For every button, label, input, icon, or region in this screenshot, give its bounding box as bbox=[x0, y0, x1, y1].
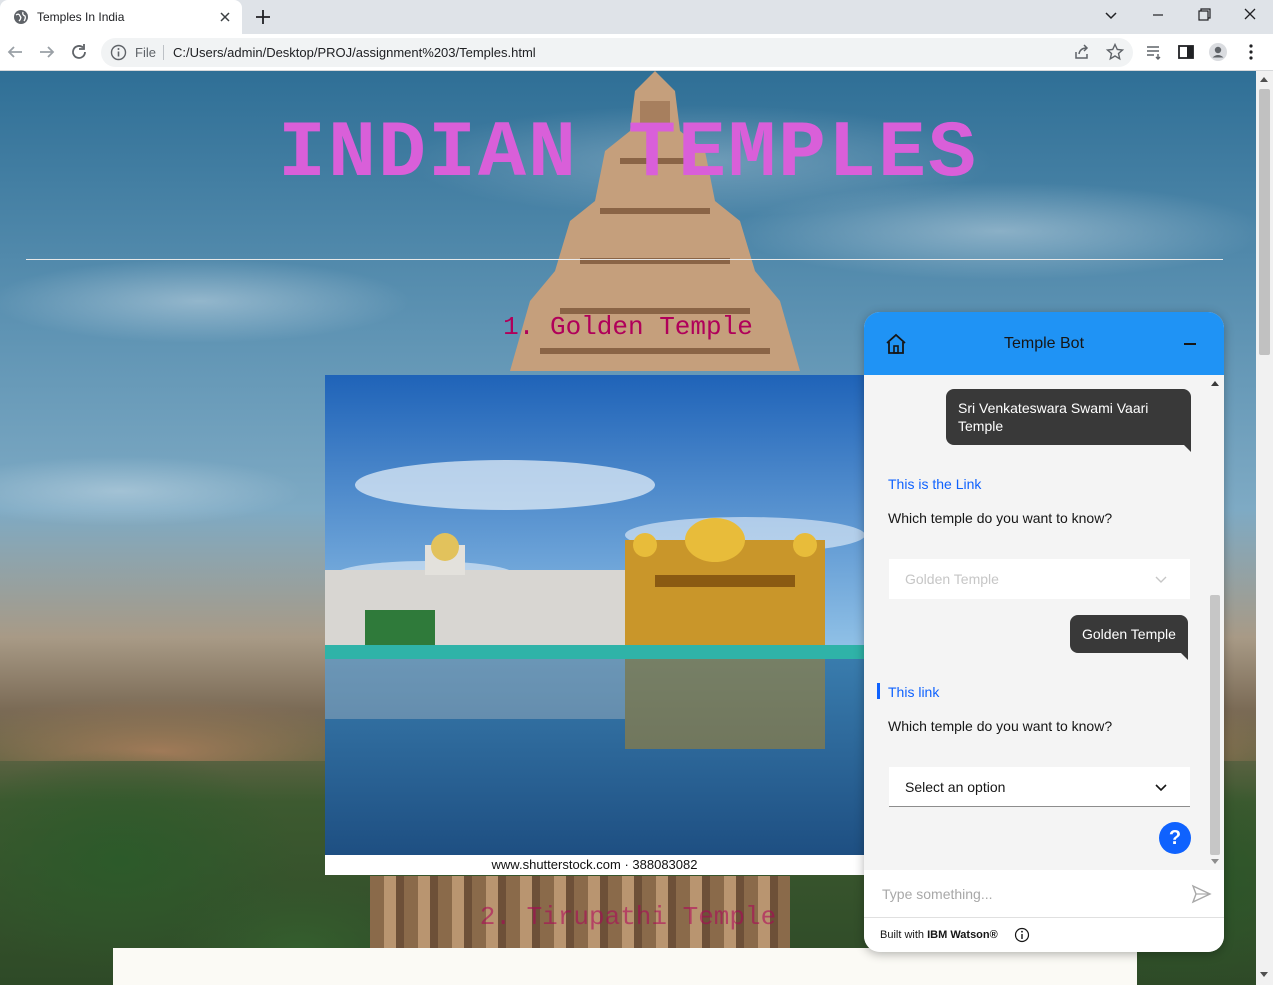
new-tab-icon[interactable] bbox=[253, 7, 273, 27]
link-focus-indicator bbox=[877, 683, 880, 699]
info-icon[interactable] bbox=[1014, 927, 1030, 943]
site-info-icon[interactable] bbox=[110, 44, 127, 61]
built-with-label: Built with IBM Watson® bbox=[880, 929, 998, 941]
image-caption: www.shutterstock.com · 388083082 bbox=[325, 855, 864, 875]
chat-header: Temple Bot bbox=[864, 312, 1224, 375]
scroll-down-arrow-icon[interactable] bbox=[1260, 972, 1268, 977]
close-tab-icon[interactable] bbox=[216, 8, 234, 26]
chat-messages[interactable]: Sri Venkateswara Swami Vaari Temple This… bbox=[864, 375, 1224, 870]
minimize-window-icon[interactable] bbox=[1146, 5, 1170, 25]
tab-bar: Temples In India bbox=[0, 0, 1273, 34]
tab-search-icon[interactable] bbox=[1099, 5, 1123, 25]
address-bar[interactable]: File C:/Users/admin/Desktop/PROJ/assignm… bbox=[101, 38, 1133, 67]
user-message-1: Sri Venkateswara Swami Vaari Temple bbox=[946, 389, 1191, 452]
golden-temple-photo bbox=[325, 375, 864, 855]
help-button[interactable]: ? bbox=[1159, 822, 1191, 854]
send-icon[interactable] bbox=[1190, 883, 1212, 905]
back-icon[interactable] bbox=[4, 41, 26, 63]
address-protocol: File bbox=[135, 45, 156, 60]
page-scrollbar-thumb[interactable] bbox=[1259, 89, 1270, 355]
temple-select-1: Golden Temple bbox=[889, 559, 1190, 599]
reload-icon[interactable] bbox=[68, 41, 90, 63]
media-queue-icon[interactable] bbox=[1144, 42, 1164, 62]
minimize-chat-icon[interactable] bbox=[1180, 334, 1200, 354]
address-url[interactable]: C:/Users/admin/Desktop/PROJ/assignment%2… bbox=[173, 45, 536, 60]
chat-scrollbar-thumb[interactable] bbox=[1210, 595, 1220, 855]
response-link-1[interactable]: This is the Link bbox=[888, 476, 981, 492]
browser-toolbar: File C:/Users/admin/Desktop/PROJ/assignm… bbox=[0, 34, 1273, 71]
title-divider bbox=[26, 259, 1223, 260]
golden-temple-image: www.shutterstock.com · 388083082 bbox=[325, 375, 864, 875]
response-link-2[interactable]: This link bbox=[888, 684, 939, 700]
scroll-up-arrow-icon[interactable] bbox=[1260, 77, 1268, 82]
side-panel-icon[interactable] bbox=[1176, 42, 1196, 62]
chat-scrollbar[interactable] bbox=[1209, 375, 1221, 870]
page-scrollbar[interactable] bbox=[1256, 71, 1273, 985]
chat-scroll-down-icon[interactable] bbox=[1211, 859, 1219, 864]
chat-title: Temple Bot bbox=[1003, 335, 1085, 352]
globe-icon bbox=[14, 10, 28, 24]
bot-question-1: Which temple do you want to know? bbox=[888, 510, 1113, 526]
profile-avatar-icon[interactable] bbox=[1208, 42, 1228, 62]
page-title: INDIAN TEMPLES bbox=[277, 109, 979, 200]
chat-scroll-up-icon[interactable] bbox=[1211, 381, 1219, 386]
tab-title: Temples In India bbox=[37, 10, 125, 24]
temple-select-2[interactable]: Select an option bbox=[889, 767, 1190, 807]
chevron-down-icon[interactable] bbox=[1153, 779, 1169, 795]
temple-select-2-placeholder: Select an option bbox=[905, 779, 1006, 795]
built-with-brand: IBM Watson® bbox=[927, 929, 998, 941]
bookmark-star-icon[interactable] bbox=[1105, 42, 1125, 62]
share-icon[interactable] bbox=[1072, 42, 1092, 62]
chat-widget: Temple Bot Sri Venkateswara Swami Vaari … bbox=[864, 312, 1224, 952]
chat-footer: Built with IBM Watson® bbox=[864, 918, 1224, 952]
chevron-down-icon bbox=[1155, 576, 1167, 583]
bot-question-2: Which temple do you want to know? bbox=[888, 718, 1113, 734]
built-with-prefix: Built with bbox=[880, 929, 925, 941]
temple-select-1-value: Golden Temple bbox=[905, 571, 999, 587]
user-message-2: Golden Temple bbox=[1070, 615, 1188, 660]
address-separator bbox=[163, 45, 164, 60]
browser-menu-icon[interactable] bbox=[1241, 42, 1261, 62]
browser-tab[interactable]: Temples In India bbox=[0, 0, 242, 34]
chat-input[interactable]: Type something... bbox=[864, 870, 1224, 918]
restore-window-icon[interactable] bbox=[1192, 5, 1216, 25]
close-window-icon[interactable] bbox=[1238, 5, 1262, 25]
chat-input-placeholder: Type something... bbox=[882, 886, 993, 902]
forward-icon[interactable] bbox=[36, 41, 58, 63]
next-section-content bbox=[113, 948, 1137, 985]
